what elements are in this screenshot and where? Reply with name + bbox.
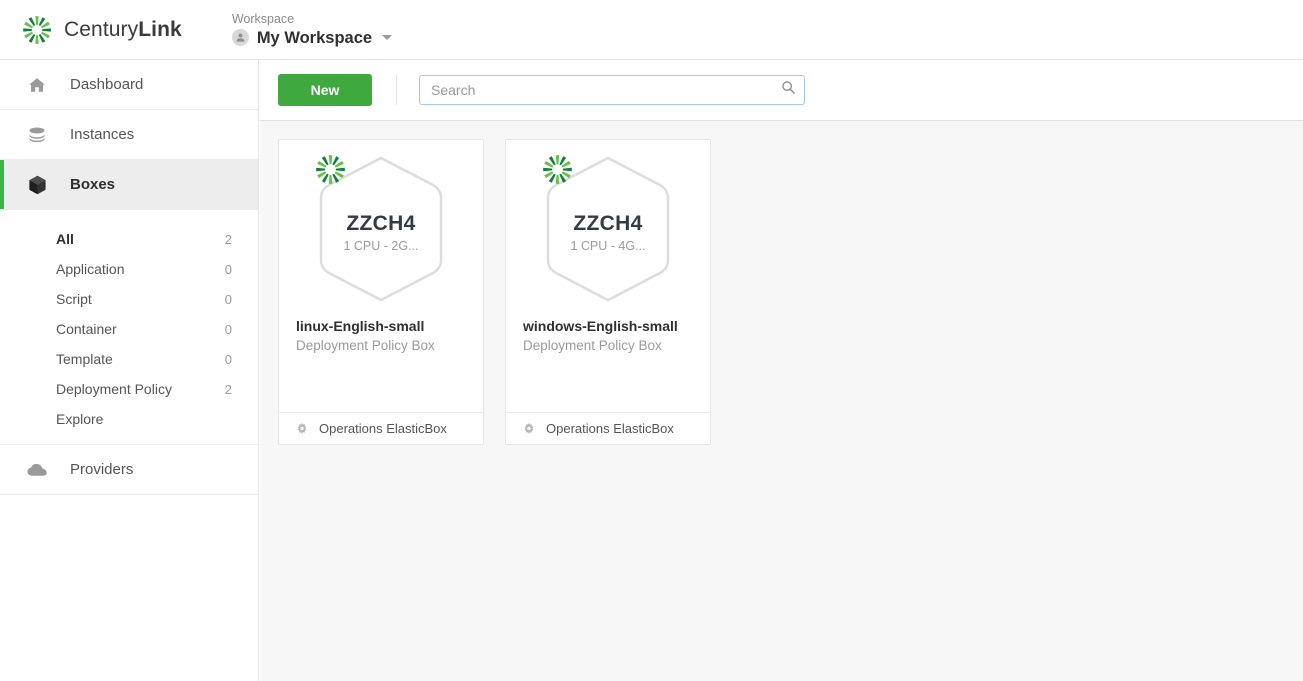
- sidebar-item-label: Providers: [70, 461, 134, 478]
- subnav-item-count: 2: [224, 381, 232, 397]
- cloud-icon: [26, 463, 48, 477]
- centurylink-burst-logo: [22, 15, 52, 45]
- subnav-item-label: Template: [56, 351, 113, 367]
- box-card-subtitle: Deployment Policy Box: [523, 338, 662, 353]
- subnav-item-count: 0: [224, 291, 232, 307]
- subnav-item-count: 2: [224, 231, 232, 247]
- box-card-footer: Operations ElasticBox: [506, 412, 710, 444]
- box-card-title: windows-English-small: [523, 318, 678, 334]
- box-card-grid: ZZCH4 1 CPU - 2G... linux-English-small …: [260, 121, 1303, 445]
- box-badge: ZZCH4 1 CPU - 4G...: [506, 140, 710, 318]
- toolbar: New: [260, 60, 1303, 121]
- subnav-item-label: Explore: [56, 411, 104, 427]
- gear-icon: [295, 422, 309, 436]
- subnav-item-label: Application: [56, 261, 125, 277]
- subnav-item-template[interactable]: Template 0: [0, 344, 258, 374]
- subnav-item-label: Deployment Policy: [56, 381, 172, 397]
- toolbar-divider: [396, 75, 397, 105]
- chevron-down-icon[interactable]: [382, 35, 393, 41]
- sidebar-subnav: All 2 Application 0 Script 0 Container 0…: [0, 210, 258, 444]
- box-card-body: ZZCH4 1 CPU - 4G... windows-English-smal…: [506, 140, 710, 412]
- sidebar-item-label: Instances: [70, 126, 135, 143]
- home-icon: [26, 76, 48, 94]
- sidebar: Dashboard Instances Boxes All 2 Applicat…: [0, 60, 259, 681]
- sidebar-providers-section: Providers: [0, 444, 258, 495]
- box-badge-spec: 1 CPU - 2G...: [343, 238, 419, 253]
- brand-logo[interactable]: CenturyLink: [22, 15, 182, 45]
- box-badge-spec: 1 CPU - 4G...: [570, 238, 646, 253]
- sidebar-item-instances[interactable]: Instances: [0, 110, 258, 160]
- box-card-footer: Operations ElasticBox: [279, 412, 483, 444]
- subnav-item-label: All: [56, 231, 74, 247]
- brand-name-suffix: Link: [138, 17, 182, 41]
- brand-name: CenturyLink: [64, 18, 182, 42]
- sidebar-item-label: Boxes: [70, 176, 116, 193]
- subnav-item-application[interactable]: Application 0: [0, 254, 258, 284]
- box-card-subtitle: Deployment Policy Box: [296, 338, 435, 353]
- workspace-label: Workspace: [231, 11, 295, 26]
- sidebar-item-boxes[interactable]: Boxes: [0, 160, 258, 210]
- box-card-footer-label: Operations ElasticBox: [546, 421, 674, 436]
- app-header: CenturyLink Workspace My Workspace: [0, 0, 1303, 60]
- main-content: New Search ZZCH4 1 CPU - 2G... linux-Eng…: [260, 60, 1303, 681]
- box-card-body: ZZCH4 1 CPU - 2G... linux-English-small …: [279, 140, 483, 412]
- layers-icon: [26, 126, 48, 144]
- workspace-name: My Workspace: [256, 28, 373, 47]
- box-badge: ZZCH4 1 CPU - 2G...: [279, 140, 483, 318]
- subnav-item-count: 0: [224, 261, 232, 277]
- gear-icon: [522, 422, 536, 436]
- subnav-item-all[interactable]: All 2: [0, 224, 258, 254]
- box-badge-code: ZZCH4: [346, 211, 416, 235]
- sidebar-item-providers[interactable]: Providers: [0, 445, 258, 495]
- subnav-item-label: Container: [56, 321, 117, 337]
- search-field: [419, 75, 805, 105]
- box-card-footer-label: Operations ElasticBox: [319, 421, 447, 436]
- sidebar-item-dashboard[interactable]: Dashboard: [0, 60, 258, 110]
- subnav-item-label: Script: [56, 291, 92, 307]
- new-button[interactable]: New: [278, 74, 372, 106]
- box-badge-code: ZZCH4: [573, 211, 643, 235]
- user-avatar-icon: [231, 29, 249, 47]
- box-card[interactable]: ZZCH4 1 CPU - 4G... windows-English-smal…: [505, 139, 711, 445]
- subnav-item-script[interactable]: Script 0: [0, 284, 258, 314]
- subnav-item-count: 0: [224, 351, 232, 367]
- search-input[interactable]: [419, 75, 805, 105]
- box-card-title: linux-English-small: [296, 318, 425, 334]
- sidebar-item-label: Dashboard: [70, 76, 144, 93]
- cube-icon: [26, 175, 48, 195]
- subnav-item-count: 0: [224, 321, 232, 337]
- box-card[interactable]: ZZCH4 1 CPU - 2G... linux-English-small …: [278, 139, 484, 445]
- subnav-item-deployment-policy[interactable]: Deployment Policy 2: [0, 374, 258, 404]
- subnav-item-container[interactable]: Container 0: [0, 314, 258, 344]
- brand-name-prefix: Century: [64, 17, 139, 41]
- subnav-item-explore[interactable]: Explore: [0, 404, 258, 434]
- workspace-selector[interactable]: Workspace My Workspace: [231, 11, 393, 47]
